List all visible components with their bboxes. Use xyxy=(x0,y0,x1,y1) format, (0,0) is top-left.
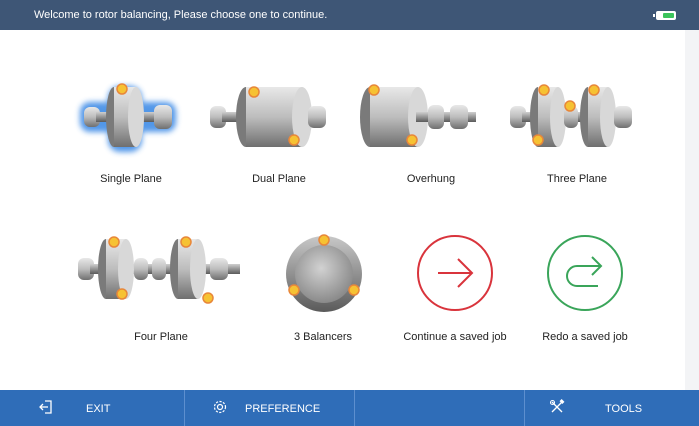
bottom-toolbar: EXIT PREFERENCE TOOLS xyxy=(0,390,699,426)
option-dual-plane[interactable]: Dual Plane xyxy=(204,80,354,200)
option-label: Four Plane xyxy=(134,331,188,343)
empty-toolbar-slot xyxy=(355,390,524,426)
dual-plane-rotor-icon xyxy=(210,86,326,147)
tools-label: TOOLS xyxy=(605,403,643,415)
tools-button[interactable]: TOOLS xyxy=(525,390,699,426)
option-three-plane[interactable]: Three Plane xyxy=(502,80,652,200)
header-bar: Welcome to rotor balancing, Please choos… xyxy=(0,0,699,30)
preference-label: PREFERENCE xyxy=(245,403,321,415)
option-label: Single Plane xyxy=(100,173,162,185)
option-continue-saved-job[interactable]: Continue a saved job xyxy=(380,232,530,352)
option-overhung[interactable]: Overhung xyxy=(356,80,506,200)
overhung-rotor-icon xyxy=(360,84,476,147)
option-single-plane[interactable]: Single Plane xyxy=(56,80,206,200)
battery-icon xyxy=(653,11,676,20)
option-label: Overhung xyxy=(406,173,456,185)
tools-icon xyxy=(549,399,565,413)
option-label: Continue a saved job xyxy=(403,331,507,343)
preference-button[interactable]: PREFERENCE xyxy=(185,390,354,426)
welcome-message: Welcome to rotor balancing, Please choos… xyxy=(34,9,328,21)
exit-icon xyxy=(39,400,52,414)
option-label: 3 Balancers xyxy=(293,331,353,343)
left-margin xyxy=(0,30,14,390)
exit-button[interactable]: EXIT xyxy=(0,390,184,426)
four-plane-rotor-icon xyxy=(78,236,240,304)
option-three-balancers[interactable]: 3 Balancers xyxy=(248,232,398,352)
option-label: Three Plane xyxy=(547,173,607,185)
scroll-strip[interactable] xyxy=(685,30,699,390)
single-plane-rotor-icon xyxy=(80,83,176,152)
exit-label: EXIT xyxy=(86,403,111,415)
battery-level xyxy=(663,13,674,18)
option-redo-saved-job[interactable]: Redo a saved job xyxy=(510,232,660,352)
option-label: Redo a saved job xyxy=(542,331,628,343)
option-label: Dual Plane xyxy=(252,173,306,185)
gear-icon xyxy=(213,400,227,414)
arrow-right-circle-icon xyxy=(417,235,493,311)
battery-nub xyxy=(653,14,655,17)
option-four-plane[interactable]: Four Plane xyxy=(72,232,240,352)
three-plane-rotor-icon xyxy=(510,84,632,147)
redo-circle-icon xyxy=(547,235,623,311)
three-balancers-icon xyxy=(286,234,362,312)
